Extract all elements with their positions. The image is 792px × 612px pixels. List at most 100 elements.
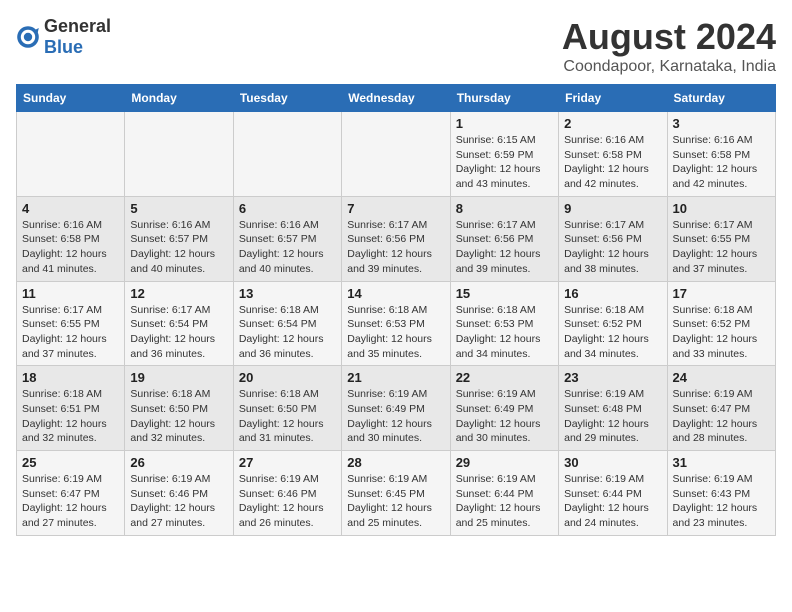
week-row: 4 Sunrise: 6:16 AM Sunset: 6:58 PM Daylig…	[17, 196, 776, 281]
subtitle: Coondapoor, Karnataka, India	[562, 58, 776, 76]
day-number: 20	[239, 370, 336, 385]
header-cell-thursday: Thursday	[450, 85, 558, 112]
day-number: 17	[673, 286, 770, 301]
day-info: Sunrise: 6:18 AM Sunset: 6:50 PM Dayligh…	[130, 387, 227, 446]
day-cell: 9Sunrise: 6:17 AM Sunset: 6:56 PM Daylig…	[559, 196, 667, 281]
day-cell: 12 Sunrise: 6:17 AM Sunset: 6:54 PM Dayli…	[125, 281, 233, 366]
day-cell: 5Sunrise: 6:16 AM Sunset: 6:57 PM Daylig…	[125, 196, 233, 281]
calendar-body: 1 Sunrise: 6:15 AM Sunset: 6:59 PM Daylig…	[17, 112, 776, 536]
day-number: 29	[456, 455, 553, 470]
day-number: 6	[239, 201, 336, 216]
day-info: Sunrise: 6:15 AM Sunset: 6:59 PM Dayligh…	[456, 133, 553, 192]
day-number: 18	[22, 370, 119, 385]
logo-icon	[16, 25, 40, 49]
day-info: Sunrise: 6:16 AM Sunset: 6:58 PM Dayligh…	[673, 133, 770, 192]
week-row: 25 Sunrise: 6:19 AM Sunset: 6:47 PM Dayli…	[17, 451, 776, 536]
day-cell	[125, 112, 233, 197]
day-cell: 8 Sunrise: 6:17 AM Sunset: 6:56 PM Daylig…	[450, 196, 558, 281]
day-info: Sunrise: 6:19 AM Sunset: 6:46 PM Dayligh…	[130, 472, 227, 531]
day-number: 13	[239, 286, 336, 301]
header: General Blue August 2024 Coondapoor, Kar…	[16, 16, 776, 76]
day-info: Sunrise: 6:18 AM Sunset: 6:54 PM Dayligh…	[239, 303, 336, 362]
day-info: Sunrise: 6:19 AM Sunset: 6:43 PM Dayligh…	[673, 472, 770, 531]
day-cell: 22Sunrise: 6:19 AM Sunset: 6:49 PM Dayli…	[450, 366, 558, 451]
day-number: 4	[22, 201, 119, 216]
day-number: 12	[130, 286, 227, 301]
day-cell: 24Sunrise: 6:19 AM Sunset: 6:47 PM Dayli…	[667, 366, 775, 451]
day-cell: 7 Sunrise: 6:17 AM Sunset: 6:56 PM Daylig…	[342, 196, 450, 281]
day-number: 5	[130, 201, 227, 216]
day-cell: 16 Sunrise: 6:18 AM Sunset: 6:52 PM Dayli…	[559, 281, 667, 366]
week-row: 18 Sunrise: 6:18 AM Sunset: 6:51 PM Dayli…	[17, 366, 776, 451]
day-info: Sunrise: 6:19 AM Sunset: 6:46 PM Dayligh…	[239, 472, 336, 531]
header-cell-sunday: Sunday	[17, 85, 125, 112]
day-info: Sunrise: 6:16 AM Sunset: 6:57 PM Dayligh…	[239, 218, 336, 277]
day-number: 22	[456, 370, 553, 385]
week-row: 1 Sunrise: 6:15 AM Sunset: 6:59 PM Daylig…	[17, 112, 776, 197]
header-cell-saturday: Saturday	[667, 85, 775, 112]
day-cell: 20 Sunrise: 6:18 AM Sunset: 6:50 PM Dayli…	[233, 366, 341, 451]
day-cell: 11 Sunrise: 6:17 AM Sunset: 6:55 PM Dayli…	[17, 281, 125, 366]
day-cell: 17 Sunrise: 6:18 AM Sunset: 6:52 PM Dayli…	[667, 281, 775, 366]
day-cell: 13 Sunrise: 6:18 AM Sunset: 6:54 PM Dayli…	[233, 281, 341, 366]
day-number: 14	[347, 286, 444, 301]
day-info: Sunrise: 6:18 AM Sunset: 6:51 PM Dayligh…	[22, 387, 119, 446]
day-number: 30	[564, 455, 661, 470]
day-info: Sunrise: 6:17 AM Sunset: 6:56 PM Dayligh…	[456, 218, 553, 277]
logo: General Blue	[16, 16, 111, 58]
day-cell: 3Sunrise: 6:16 AM Sunset: 6:58 PM Daylig…	[667, 112, 775, 197]
day-info: Sunrise: 6:18 AM Sunset: 6:53 PM Dayligh…	[347, 303, 444, 362]
day-cell: 4 Sunrise: 6:16 AM Sunset: 6:58 PM Daylig…	[17, 196, 125, 281]
day-info: Sunrise: 6:19 AM Sunset: 6:48 PM Dayligh…	[564, 387, 661, 446]
day-info: Sunrise: 6:18 AM Sunset: 6:50 PM Dayligh…	[239, 387, 336, 446]
day-number: 7	[347, 201, 444, 216]
day-number: 27	[239, 455, 336, 470]
header-cell-wednesday: Wednesday	[342, 85, 450, 112]
day-number: 23	[564, 370, 661, 385]
main-title: August 2024	[562, 16, 776, 58]
day-number: 15	[456, 286, 553, 301]
day-cell: 31 Sunrise: 6:19 AM Sunset: 6:43 PM Dayli…	[667, 451, 775, 536]
day-number: 26	[130, 455, 227, 470]
day-number: 16	[564, 286, 661, 301]
day-info: Sunrise: 6:16 AM Sunset: 6:58 PM Dayligh…	[22, 218, 119, 277]
day-cell: 30Sunrise: 6:19 AM Sunset: 6:44 PM Dayli…	[559, 451, 667, 536]
day-cell: 1 Sunrise: 6:15 AM Sunset: 6:59 PM Daylig…	[450, 112, 558, 197]
calendar-header: SundayMondayTuesdayWednesdayThursdayFrid…	[17, 85, 776, 112]
day-info: Sunrise: 6:17 AM Sunset: 6:54 PM Dayligh…	[130, 303, 227, 362]
day-cell	[342, 112, 450, 197]
day-cell: 28Sunrise: 6:19 AM Sunset: 6:45 PM Dayli…	[342, 451, 450, 536]
day-cell: 2Sunrise: 6:16 AM Sunset: 6:58 PM Daylig…	[559, 112, 667, 197]
day-number: 1	[456, 116, 553, 131]
day-number: 2	[564, 116, 661, 131]
day-number: 25	[22, 455, 119, 470]
day-info: Sunrise: 6:19 AM Sunset: 6:44 PM Dayligh…	[456, 472, 553, 531]
day-number: 31	[673, 455, 770, 470]
logo-general: General	[44, 16, 111, 36]
day-cell: 15 Sunrise: 6:18 AM Sunset: 6:53 PM Dayli…	[450, 281, 558, 366]
header-row: SundayMondayTuesdayWednesdayThursdayFrid…	[17, 85, 776, 112]
header-cell-friday: Friday	[559, 85, 667, 112]
day-cell: 18 Sunrise: 6:18 AM Sunset: 6:51 PM Dayli…	[17, 366, 125, 451]
day-number: 28	[347, 455, 444, 470]
day-cell: 6 Sunrise: 6:16 AM Sunset: 6:57 PM Daylig…	[233, 196, 341, 281]
day-info: Sunrise: 6:17 AM Sunset: 6:55 PM Dayligh…	[22, 303, 119, 362]
day-number: 19	[130, 370, 227, 385]
day-info: Sunrise: 6:19 AM Sunset: 6:49 PM Dayligh…	[347, 387, 444, 446]
day-info: Sunrise: 6:18 AM Sunset: 6:52 PM Dayligh…	[564, 303, 661, 362]
day-cell: 19 Sunrise: 6:18 AM Sunset: 6:50 PM Dayli…	[125, 366, 233, 451]
day-info: Sunrise: 6:18 AM Sunset: 6:52 PM Dayligh…	[673, 303, 770, 362]
day-cell: 25 Sunrise: 6:19 AM Sunset: 6:47 PM Dayli…	[17, 451, 125, 536]
day-cell: 27 Sunrise: 6:19 AM Sunset: 6:46 PM Dayli…	[233, 451, 341, 536]
day-cell: 10Sunrise: 6:17 AM Sunset: 6:55 PM Dayli…	[667, 196, 775, 281]
day-info: Sunrise: 6:19 AM Sunset: 6:47 PM Dayligh…	[22, 472, 119, 531]
day-info: Sunrise: 6:17 AM Sunset: 6:55 PM Dayligh…	[673, 218, 770, 277]
day-number: 8	[456, 201, 553, 216]
title-area: August 2024 Coondapoor, Karnataka, India	[562, 16, 776, 76]
header-cell-tuesday: Tuesday	[233, 85, 341, 112]
day-number: 24	[673, 370, 770, 385]
day-number: 11	[22, 286, 119, 301]
day-info: Sunrise: 6:18 AM Sunset: 6:53 PM Dayligh…	[456, 303, 553, 362]
day-info: Sunrise: 6:17 AM Sunset: 6:56 PM Dayligh…	[347, 218, 444, 277]
calendar-table: SundayMondayTuesdayWednesdayThursdayFrid…	[16, 84, 776, 536]
